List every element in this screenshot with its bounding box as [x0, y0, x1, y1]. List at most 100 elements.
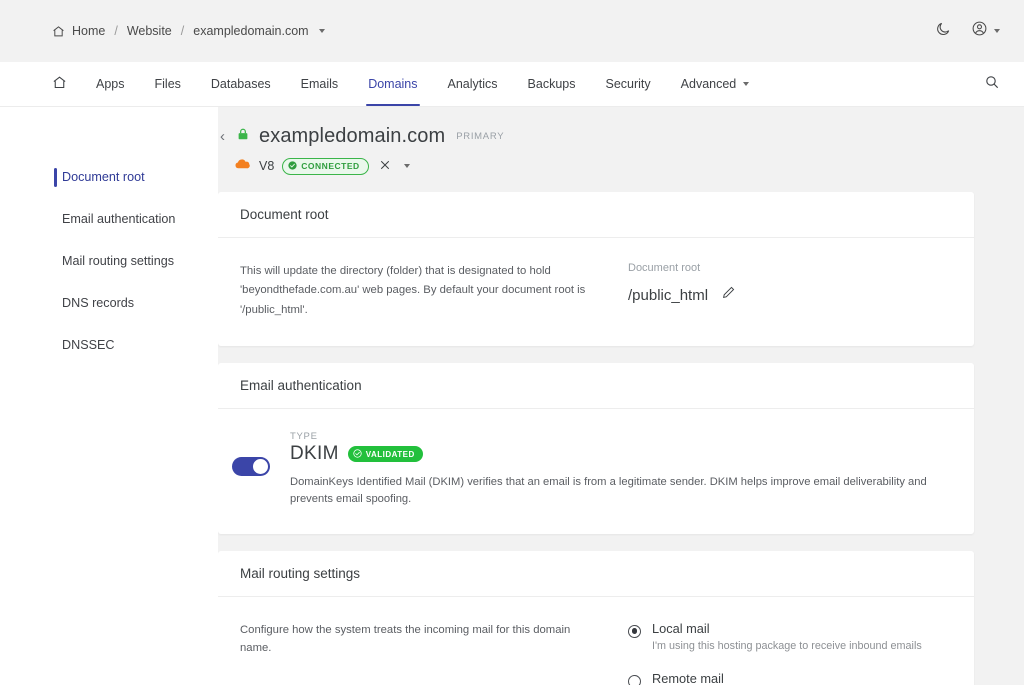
sidebar-label-dns-records: DNS records: [62, 296, 135, 311]
radio-remote-mail[interactable]: [628, 674, 641, 685]
chevron-down-icon: [743, 82, 750, 86]
main-content: ‹ exampledomain.com PRIMARY V8 CONNECTED…: [218, 107, 1024, 685]
nav-label-files: Files: [154, 77, 181, 91]
radio-option-local-mail[interactable]: Local mail I'm using this hosting packag…: [628, 621, 952, 653]
sidebar-label-mail-routing-settings: Mail routing settings: [62, 254, 174, 269]
document-root-value-label: Document root: [628, 262, 701, 274]
breadcrumb-item-website[interactable]: Website: [127, 24, 172, 38]
sidebar-label-email-authentication: Email authentication: [62, 212, 176, 227]
top-bar-actions: [935, 20, 1000, 42]
home-icon: [52, 75, 67, 93]
radio-local-mail[interactable]: [628, 624, 641, 638]
status-badge-connected: CONNECTED: [282, 157, 369, 175]
nav-item-analytics[interactable]: Analytics: [433, 62, 513, 106]
dkim-info: TYPE DKIM VALIDATED DomainKeys Identifie…: [290, 431, 952, 508]
status-badge-validated: VALIDATED: [347, 446, 423, 463]
top-bar: Home / Website / exampledomain.com: [0, 0, 1024, 62]
card-body-mail-routing-settings: Configure how the system treats the inco…: [218, 597, 974, 685]
sidebar-item-dns-records[interactable]: DNS records: [0, 287, 218, 320]
lock-icon: [236, 127, 250, 146]
nav-item-emails[interactable]: Emails: [286, 62, 354, 106]
document-root-description: This will update the directory (folder) …: [240, 265, 586, 316]
account-menu-button[interactable]: [971, 20, 1000, 42]
radio-local-mail-sub: I'm using this hosting package to receiv…: [652, 639, 922, 652]
chevron-down-icon: [994, 29, 1000, 33]
document-root-value-row: /public_html: [628, 285, 736, 305]
radio-local-mail-label: Local mail: [652, 620, 710, 636]
breadcrumb-label-website: Website: [126, 24, 172, 38]
check-circle-icon: [288, 160, 297, 172]
nav-label-security: Security: [605, 77, 651, 91]
card-title-mail-routing-settings: Mail routing settings: [218, 551, 974, 597]
breadcrumb-separator-1: /: [114, 24, 118, 38]
dkim-description: DomainKeys Identified Mail (DKIM) verifi…: [290, 476, 927, 506]
home-icon: [52, 25, 65, 38]
page-body: Document root Email authentication Mail …: [0, 107, 1024, 685]
nav-item-security[interactable]: Security: [591, 62, 666, 106]
card-mail-routing-settings: Mail routing settings Configure how the …: [218, 550, 974, 685]
version-label: V8: [259, 159, 275, 173]
back-button[interactable]: ‹: [218, 129, 227, 144]
page-title: exampledomain.com: [259, 125, 446, 147]
nav-label-analytics: Analytics: [447, 77, 498, 91]
cloudflare-cloud-icon: [234, 157, 251, 175]
mail-routing-options: Local mail I'm using this hosting packag…: [600, 621, 952, 685]
nav-item-databases[interactable]: Databases: [196, 62, 286, 106]
nav-label-domains: Domains: [368, 77, 418, 91]
primary-badge: PRIMARY: [456, 131, 505, 142]
nav-label-advanced: Advanced: [680, 77, 737, 91]
document-root-value: /public_html: [628, 286, 709, 304]
dkim-type-value: DKIM: [290, 443, 339, 465]
nav-search[interactable]: [984, 62, 1000, 106]
chevron-down-icon[interactable]: [403, 164, 410, 168]
nav-label-backups: Backups: [527, 77, 576, 91]
check-circle-icon: [353, 449, 362, 460]
pencil-icon[interactable]: [721, 285, 736, 305]
dkim-toggle[interactable]: [232, 457, 270, 477]
breadcrumb-separator-2: /: [180, 24, 185, 38]
nav-item-apps[interactable]: Apps: [81, 62, 140, 106]
sidebar-item-document-root[interactable]: Document root: [0, 161, 218, 194]
breadcrumb: Home / Website / exampledomain.com: [52, 24, 325, 38]
nav-item-backups[interactable]: Backups: [513, 62, 591, 106]
nav-item-files[interactable]: Files: [140, 62, 196, 106]
radio-remote-mail-label: Remote mail: [652, 670, 724, 685]
card-title-document-root: Document root: [218, 192, 974, 238]
card-title-email-authentication: Email authentication: [218, 363, 974, 410]
dkim-type-label: TYPE: [290, 431, 318, 443]
nav-item-home[interactable]: [52, 62, 81, 106]
sidebar-item-email-authentication[interactable]: Email authentication: [0, 203, 218, 236]
section-sidebar: Document root Email authentication Mail …: [0, 107, 218, 685]
close-icon[interactable]: [377, 159, 393, 173]
moon-icon: [935, 21, 951, 42]
nav-item-advanced[interactable]: Advanced: [666, 62, 765, 106]
card-email-authentication: Email authentication TYPE DKIM VALIDATED…: [218, 363, 974, 534]
account-circle-icon: [971, 20, 988, 42]
sidebar-item-dnssec[interactable]: DNSSEC: [0, 329, 218, 362]
breadcrumb-item-home[interactable]: Home: [52, 24, 105, 38]
sidebar-label-document-root: Document root: [62, 170, 145, 184]
nav-label-databases: Databases: [210, 77, 271, 91]
domain-status-row: V8 CONNECTED: [234, 157, 974, 175]
radio-option-remote-mail[interactable]: Remote mail I'm using a third party emai…: [628, 671, 952, 685]
sidebar-label-dnssec: DNSSEC: [62, 338, 115, 353]
search-icon: [984, 74, 1000, 95]
card-body-document-root: This will update the directory (folder) …: [218, 238, 974, 346]
radio-remote-mail-text: Remote mail I'm using a third party emai…: [652, 671, 952, 685]
nav-items: Apps Files Databases Emails Domains Anal…: [52, 62, 764, 106]
status-badge-connected-label: CONNECTED: [301, 161, 360, 171]
breadcrumb-label-home: Home: [72, 24, 106, 38]
nav-item-domains[interactable]: Domains: [353, 62, 432, 106]
chevron-down-icon: [318, 29, 325, 33]
radio-local-mail-text: Local mail I'm using this hosting packag…: [652, 621, 922, 653]
breadcrumb-item-domain[interactable]: exampledomain.com: [193, 24, 325, 38]
status-badge-validated-label: VALIDATED: [365, 449, 415, 459]
dkim-toggle-knob: [253, 459, 268, 475]
card-body-email-authentication: TYPE DKIM VALIDATED DomainKeys Identifie…: [218, 409, 974, 534]
card-document-root: Document root This will update the direc…: [218, 192, 974, 347]
dark-mode-toggle[interactable]: [935, 21, 951, 42]
sidebar-item-mail-routing-settings[interactable]: Mail routing settings: [0, 245, 218, 278]
breadcrumb-label-domain: exampledomain.com: [193, 24, 309, 38]
domain-header: ‹ exampledomain.com PRIMARY V8 CONNECTED: [218, 107, 974, 175]
nav-label-emails: Emails: [300, 77, 339, 91]
